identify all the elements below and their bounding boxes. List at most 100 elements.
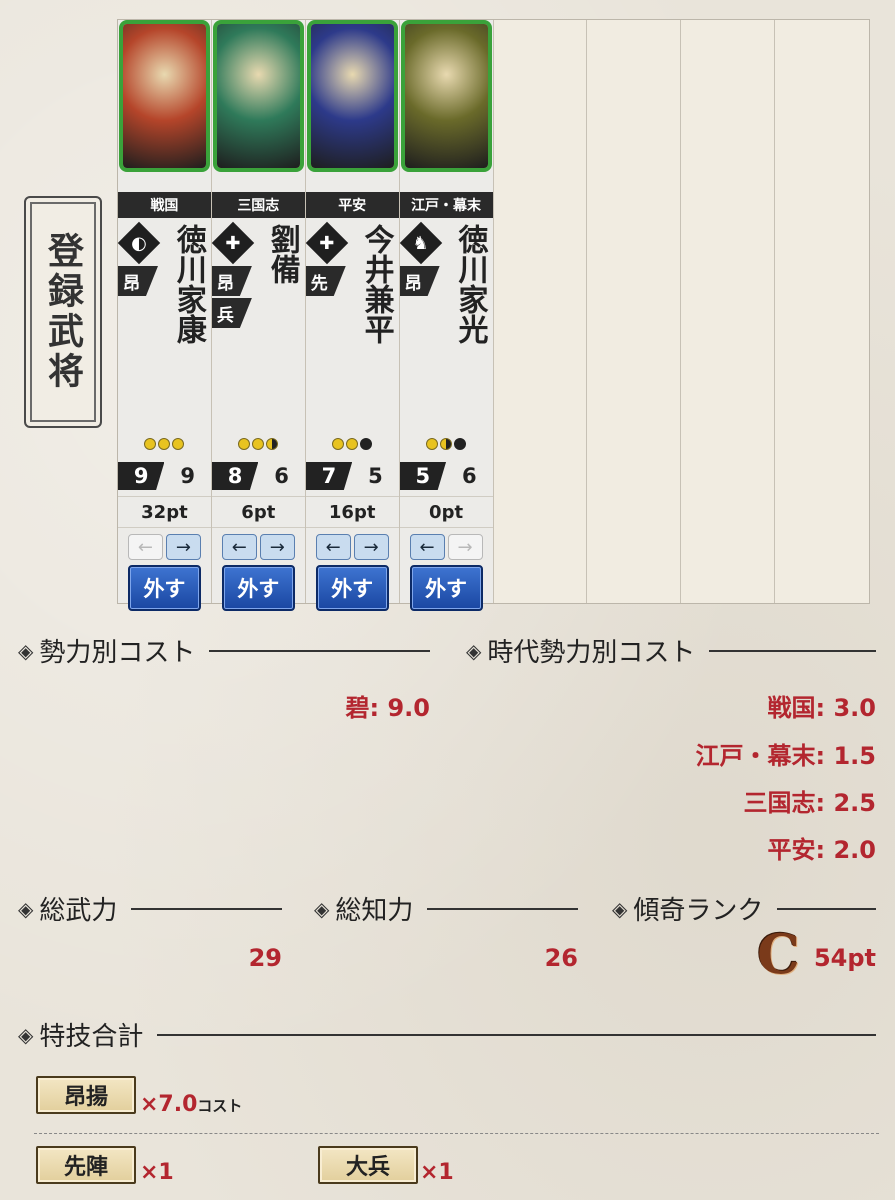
general-portrait[interactable] xyxy=(212,20,304,172)
cost-coin-icon xyxy=(426,438,439,450)
remove-button[interactable]: 外す xyxy=(315,565,389,611)
empty-slot[interactable] xyxy=(494,20,588,603)
empty-slot[interactable] xyxy=(681,20,776,603)
general-portrait[interactable] xyxy=(400,20,492,172)
general-portrait[interactable] xyxy=(119,20,210,172)
skill-multiplier-taihei: ×1 xyxy=(420,1160,454,1185)
era-faction-cost-heading: ◈ 時代勢力別コスト xyxy=(466,632,876,669)
card-era: 江戸・幕末 xyxy=(399,192,493,218)
cost-coin-icon xyxy=(252,438,265,450)
card-name: 劉備 xyxy=(264,224,300,284)
card-tag: 昂 xyxy=(118,266,158,296)
reorder-controls: ← → xyxy=(212,534,305,560)
card-tag: 兵 xyxy=(211,298,252,328)
cost-coins xyxy=(306,436,399,452)
diamond-icon: ◈ xyxy=(18,638,34,663)
skills-heading: ◈ 特技合計 xyxy=(18,1016,876,1053)
card-grid: 戦国 ◐ 昂 徳川家康 9 9 32pt ← → 外す 三国志 ✚ 昂兵 劉備 xyxy=(117,19,870,611)
stat-intel: 5 xyxy=(368,464,383,488)
reorder-controls: ← → xyxy=(118,534,211,560)
card-info: ♞ 昂 徳川家光 xyxy=(399,218,493,458)
total-intel-heading: ◈ 総知力 xyxy=(314,890,578,927)
card-points: 16pt xyxy=(305,496,399,528)
general-card[interactable]: 平安 ✚ 先 今井兼平 7 5 16pt ← → 外す xyxy=(305,20,400,611)
rank-letter: C xyxy=(757,922,800,986)
stat-intel: 6 xyxy=(274,464,289,488)
card-points: 32pt xyxy=(118,496,211,528)
sword-icon: ✚ xyxy=(319,232,335,254)
diamond-icon: ◈ xyxy=(466,638,482,663)
stat-power: 7 xyxy=(305,462,353,490)
total-power-heading: ◈ 総武力 xyxy=(18,890,282,927)
general-portrait[interactable] xyxy=(306,20,398,172)
move-left-button[interactable]: ← xyxy=(127,534,163,560)
cost-coin-icon xyxy=(144,438,157,450)
rank-heading: ◈ 傾奇ランク xyxy=(612,890,876,927)
remove-button[interactable]: 外す xyxy=(221,565,295,611)
faction-cost-value: 碧: 9.0 xyxy=(345,694,430,722)
card-name: 徳川家康 xyxy=(170,224,206,344)
card-stats: 9 9 xyxy=(118,462,211,490)
card-info: ◐ 昂 徳川家康 xyxy=(117,218,211,458)
skill-multiplier-koyo: ×7.0コスト xyxy=(140,1092,243,1117)
era-cost-edo: 江戸・幕末: 1.5 xyxy=(695,742,876,770)
card-info: ✚ 昂兵 劉備 xyxy=(211,218,305,458)
empty-slot[interactable] xyxy=(587,20,682,603)
sword-icon: ✚ xyxy=(225,232,241,254)
era-cost-sengoku: 戦国: 3.0 xyxy=(767,694,876,722)
remove-button[interactable]: 外す xyxy=(128,565,201,611)
move-right-button[interactable]: → xyxy=(447,534,483,560)
card-points: 6pt xyxy=(211,496,305,528)
card-info: ✚ 先 今井兼平 xyxy=(305,218,399,458)
skill-badge-koyo: 昂揚 xyxy=(36,1076,136,1114)
cost-coin-icon xyxy=(238,438,251,450)
general-card[interactable]: 戦国 ◐ 昂 徳川家康 9 9 32pt ← → 外す xyxy=(117,20,212,611)
card-points: 0pt xyxy=(399,496,493,528)
era-cost-heian: 平安: 2.0 xyxy=(767,836,876,864)
stat-power: 5 xyxy=(399,462,447,490)
general-card[interactable]: 三国志 ✚ 昂兵 劉備 8 6 6pt ← → 外す xyxy=(211,20,306,611)
card-name: 徳川家光 xyxy=(452,224,488,344)
move-right-button[interactable]: → xyxy=(165,534,201,560)
horse-icon: ♞ xyxy=(412,232,429,254)
cost-coin-icon xyxy=(266,438,279,450)
stat-intel: 9 xyxy=(180,464,195,488)
cost-coin-icon xyxy=(346,438,359,450)
cost-coin-icon xyxy=(172,438,185,450)
card-stats: 8 6 xyxy=(211,462,305,490)
faction-cost-heading: ◈ 勢力別コスト xyxy=(18,632,430,669)
cost-coin-icon xyxy=(440,438,453,450)
move-left-button[interactable]: ← xyxy=(315,534,351,560)
card-era: 戦国 xyxy=(118,192,211,218)
card-tag: 昂 xyxy=(211,266,252,296)
move-left-button[interactable]: ← xyxy=(221,534,257,560)
remove-button[interactable]: 外す xyxy=(409,565,483,611)
card-tag: 昂 xyxy=(399,266,440,296)
empty-slot[interactable] xyxy=(775,20,869,603)
card-tag: 先 xyxy=(305,266,346,296)
move-right-button[interactable]: → xyxy=(353,534,389,560)
total-power-value: 29 xyxy=(248,944,282,972)
registered-generals-label: 登録武将 xyxy=(24,196,102,428)
move-left-button[interactable]: ← xyxy=(409,534,445,560)
card-era: 三国志 xyxy=(211,192,305,218)
cost-coin-icon xyxy=(158,438,171,450)
skill-multiplier-senjin: ×1 xyxy=(140,1160,174,1185)
cost-coins xyxy=(118,436,211,452)
bow-icon: ◐ xyxy=(131,232,147,254)
stat-intel: 6 xyxy=(461,464,477,488)
diamond-icon: ◈ xyxy=(314,896,330,921)
general-card[interactable]: 江戸・幕末 ♞ 昂 徳川家光 5 6 0pt ← → 外す xyxy=(399,20,494,611)
divider xyxy=(34,1133,879,1134)
stat-power: 8 xyxy=(211,462,259,490)
card-stats: 5 6 xyxy=(399,462,493,490)
skill-badge-senjin: 先陣 xyxy=(36,1146,136,1184)
card-era: 平安 xyxy=(305,192,399,218)
move-right-button[interactable]: → xyxy=(259,534,295,560)
reorder-controls: ← → xyxy=(400,534,493,560)
cost-coin-icon xyxy=(332,438,345,450)
skill-badge-taihei: 大兵 xyxy=(318,1146,418,1184)
total-intel-value: 26 xyxy=(544,944,578,972)
cost-coins xyxy=(212,436,305,452)
diamond-icon: ◈ xyxy=(612,896,628,921)
